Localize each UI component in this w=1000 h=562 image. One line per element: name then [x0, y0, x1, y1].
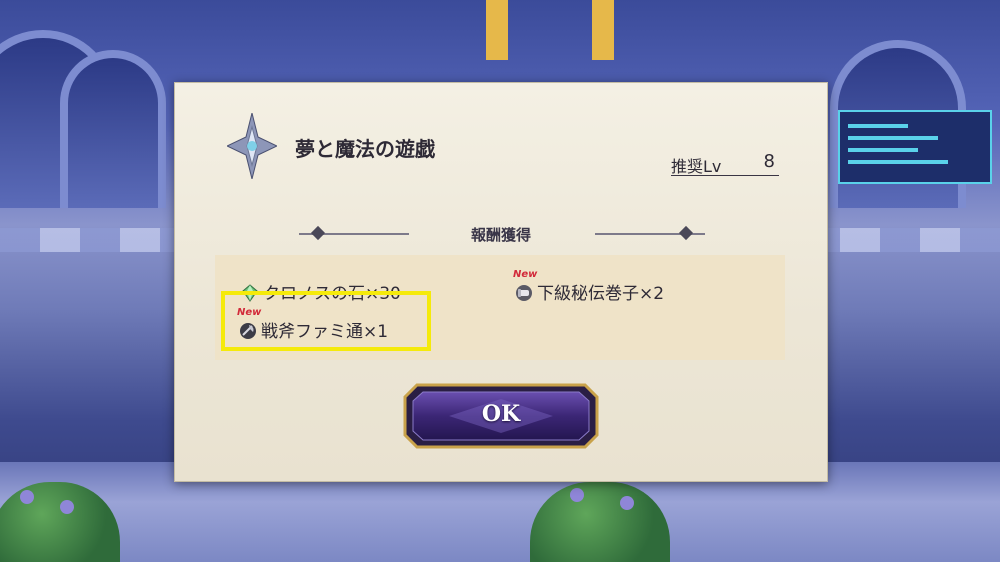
recommended-level: 推奨Lv 8 [671, 151, 779, 176]
reward-item-label: 下級秘伝巻子×2 [537, 284, 665, 304]
reward-item: 下級秘伝巻子×2 [515, 279, 664, 304]
recommended-level-label: 推奨Lv [671, 157, 722, 176]
reward-header: 報酬獲得 [470, 226, 531, 244]
highlight-box [221, 291, 431, 351]
reward-dialog: 夢と魔法の遊戯 推奨Lv 8 報酬獲得 クロノスの石×30 New 下級秘伝巻子… [174, 82, 828, 482]
recommended-level-value: 8 [763, 151, 775, 172]
scroll-icon [516, 285, 532, 301]
wall-screen [838, 110, 992, 184]
ok-button[interactable]: OK [403, 383, 599, 449]
star-emblem-icon [227, 113, 277, 179]
ok-button-label[interactable]: OK [403, 401, 599, 427]
quest-title: 夢と魔法の遊戯 [295, 137, 435, 161]
